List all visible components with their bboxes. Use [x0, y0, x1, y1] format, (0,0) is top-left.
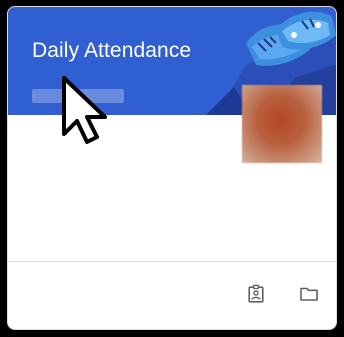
teacher-avatar[interactable]: [242, 85, 322, 163]
class-card[interactable]: Daily Attendance: [7, 6, 337, 330]
class-title[interactable]: Daily Attendance: [32, 39, 191, 63]
assignment-ind-icon[interactable]: [244, 282, 268, 306]
arrow-cursor-icon: [62, 76, 107, 144]
card-footer-divider: [8, 261, 336, 262]
screenshot-frame: Daily Attendance: [0, 0, 344, 337]
folder-icon[interactable]: [297, 282, 321, 306]
